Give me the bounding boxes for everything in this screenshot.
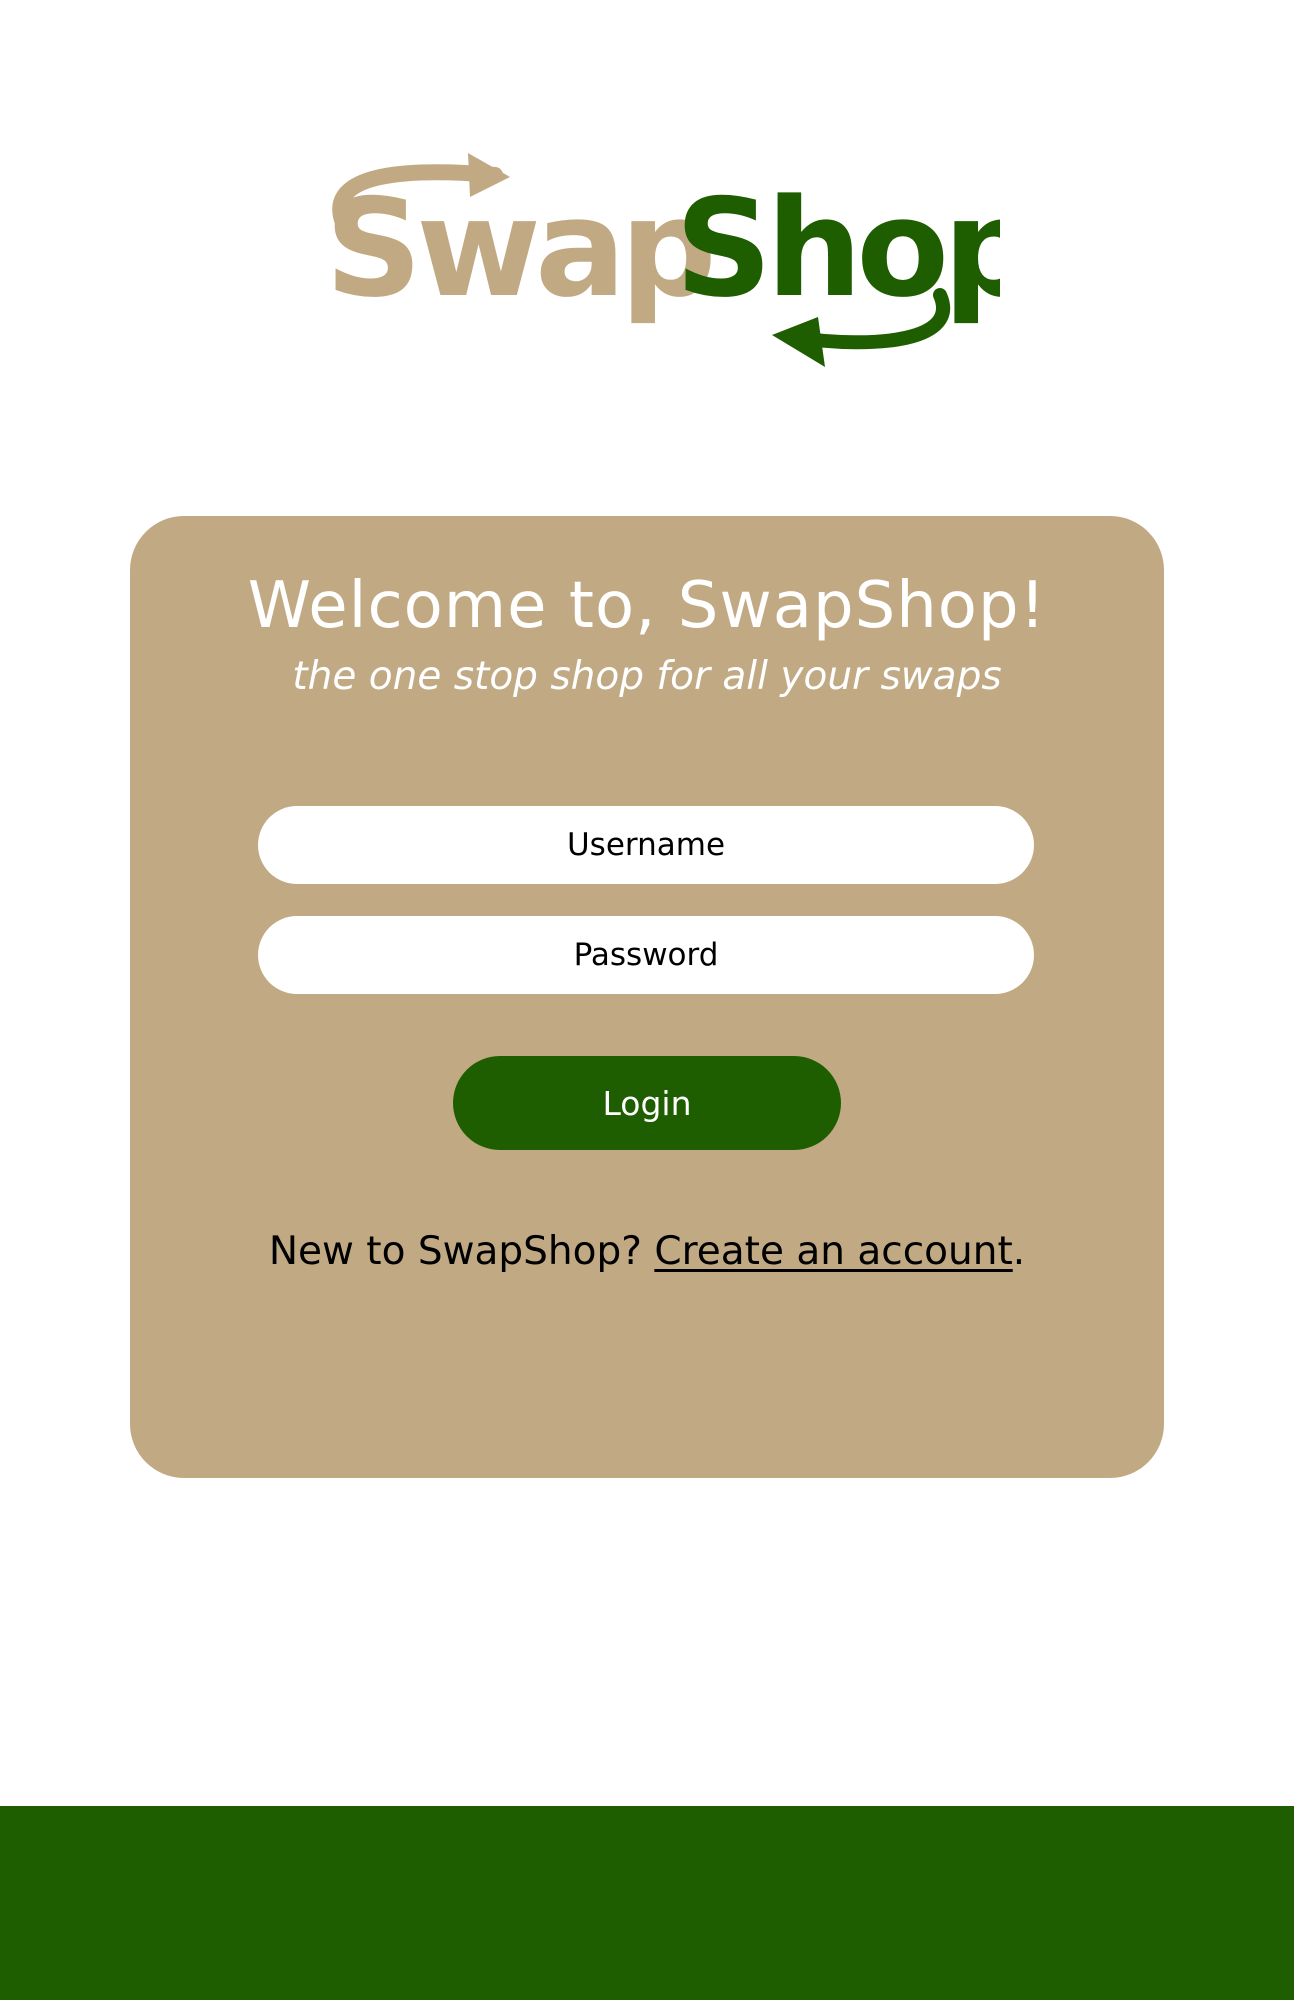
- signup-prompt: New to SwapShop? Create an account.: [130, 1229, 1164, 1274]
- signup-prompt-text: New to SwapShop?: [268, 1229, 655, 1274]
- swapshop-logo: Swap Shop: [320, 145, 1000, 395]
- swapshop-logo-graphic: Swap Shop: [325, 153, 1000, 367]
- logo-word-swap: Swap: [325, 170, 711, 327]
- password-input[interactable]: [258, 916, 1034, 994]
- username-input[interactable]: [258, 806, 1034, 884]
- signup-suffix: .: [1012, 1229, 1026, 1274]
- welcome-title: Welcome to, SwapShop!: [247, 569, 1047, 643]
- footer-bar: [0, 1806, 1294, 2000]
- logo-word-shop: Shop: [675, 170, 1000, 327]
- create-account-link[interactable]: Create an account: [654, 1229, 1012, 1274]
- welcome-subtitle: the one stop shop for all your swaps: [292, 654, 1002, 699]
- login-card: Welcome to, SwapShop! the one stop shop …: [130, 516, 1164, 1478]
- login-button[interactable]: Login: [453, 1056, 841, 1150]
